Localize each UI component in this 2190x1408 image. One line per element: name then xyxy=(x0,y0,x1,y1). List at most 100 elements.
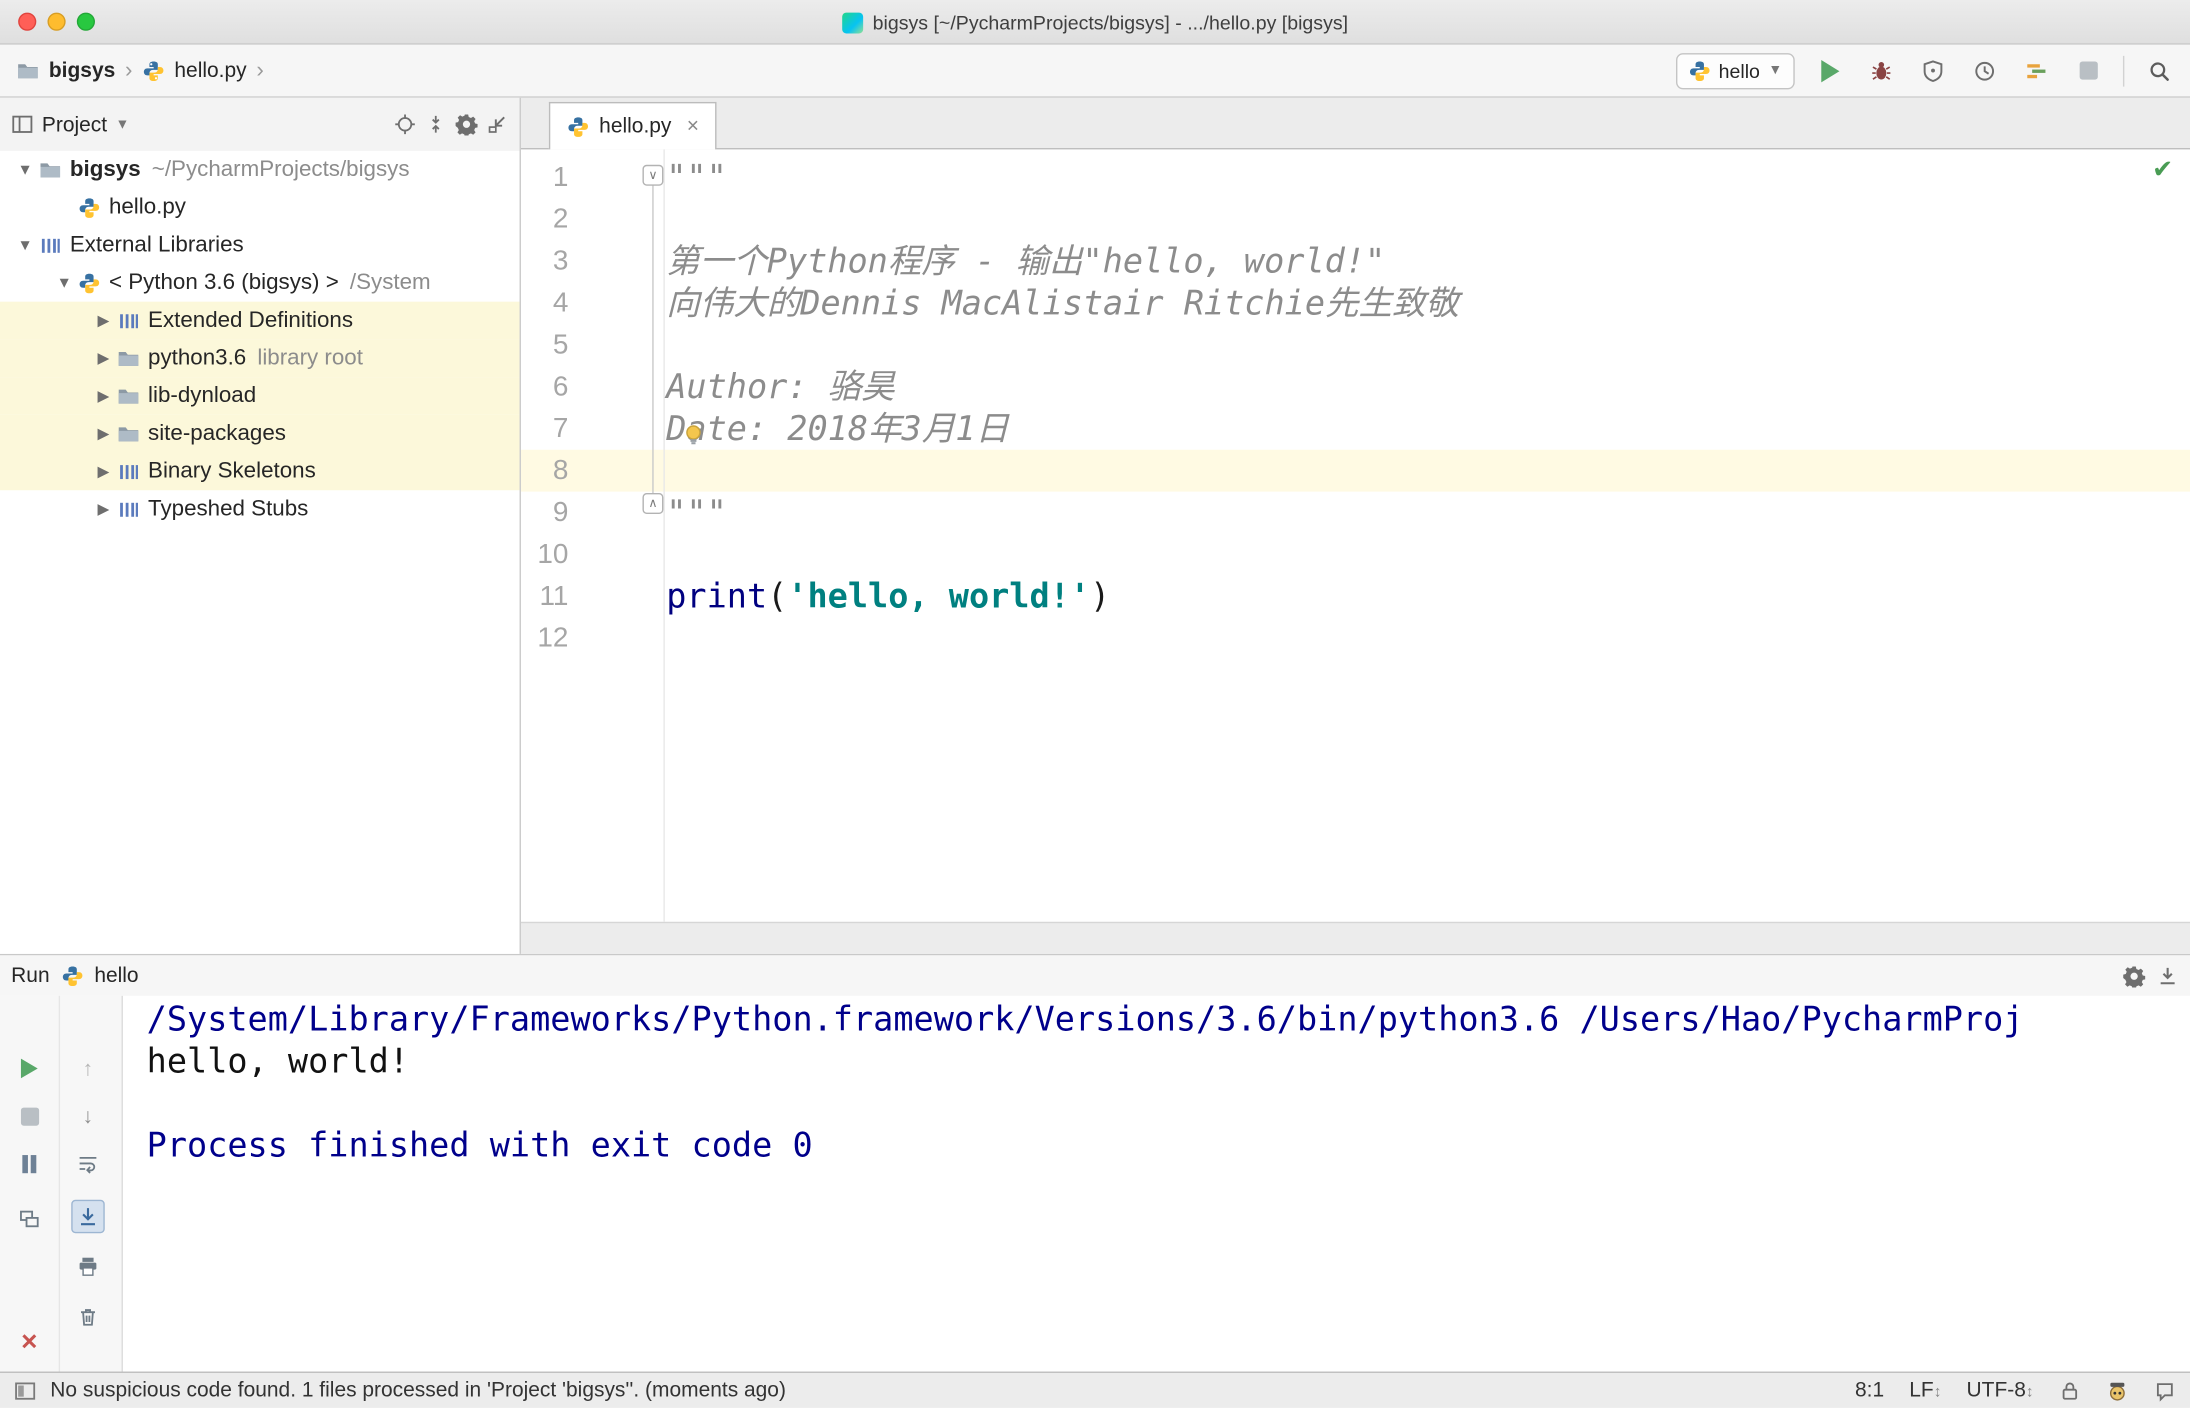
run-console[interactable]: /System/Library/Frameworks/Python.framew… xyxy=(124,996,2190,1372)
run-with-coverage-button[interactable] xyxy=(1916,54,1950,88)
line-number: 1 xyxy=(552,162,569,193)
up-stack-trace-button[interactable]: ↑ xyxy=(71,1052,105,1086)
collapse-all-icon[interactable] xyxy=(425,113,447,135)
folder-icon xyxy=(118,351,139,366)
line-number: 9 xyxy=(552,497,569,528)
tree-row-binary-skeletons[interactable]: ▶ Binary Skeletons xyxy=(0,452,520,491)
settings-gear-icon[interactable] xyxy=(2123,964,2146,987)
updown-icon: ↕ xyxy=(2025,1384,2034,1401)
code-line-3: 第一个Python程序 - 输出"hello, world!" xyxy=(666,241,1386,281)
project-panel-title[interactable]: Project xyxy=(42,112,107,136)
close-icon: × xyxy=(21,1326,38,1358)
debug-button[interactable] xyxy=(1865,54,1899,88)
paren: ) xyxy=(1090,576,1111,616)
scroll-to-end-button[interactable] xyxy=(71,1199,105,1234)
restore-layout-button[interactable] xyxy=(13,1203,47,1237)
library-icon xyxy=(120,313,138,328)
tree-row-lib-dynload[interactable]: ▶ lib-dynload xyxy=(0,377,520,415)
updown-icon: ↕ xyxy=(1933,1384,1942,1401)
inspection-ok-check-icon[interactable]: ✔ xyxy=(2152,155,2173,184)
bug-icon xyxy=(1872,61,1891,80)
chevron-down-icon[interactable]: ▼ xyxy=(50,274,78,291)
intention-bulb-icon[interactable] xyxy=(682,423,706,452)
chevron-right-icon[interactable]: ▶ xyxy=(89,425,117,443)
tree-item-label: External Libraries xyxy=(69,232,244,257)
run-left-toolbar: × » ↑ ↓ xyxy=(0,995,123,1398)
caret-position-widget[interactable]: 8:1 xyxy=(1855,1379,1884,1403)
close-panel-button[interactable]: × xyxy=(13,1325,47,1359)
hide-panel-icon[interactable] xyxy=(2156,964,2178,986)
run-tool-window: Run hello × » ↑ ↓ xyxy=(0,953,2190,1398)
stop-button[interactable] xyxy=(13,1099,47,1133)
clear-all-button[interactable] xyxy=(71,1300,105,1334)
tree-row-project-root[interactable]: ▼ bigsys ~/PycharmProjects/bigsys xyxy=(0,151,520,189)
chevron-right-icon[interactable]: ▶ xyxy=(89,500,117,518)
chevron-right-icon[interactable]: ▶ xyxy=(89,462,117,481)
fold-collapse-bottom-icon[interactable]: ∧ xyxy=(642,493,664,514)
soft-wrap-button[interactable] xyxy=(71,1147,105,1181)
rerun-button[interactable] xyxy=(13,1052,47,1086)
chevron-right-icon[interactable]: ▶ xyxy=(89,311,117,330)
down-stack-trace-button[interactable]: ↓ xyxy=(71,1099,105,1133)
coverage-shield-icon xyxy=(1923,59,1943,82)
readonly-lock-icon[interactable] xyxy=(2059,1379,2081,1401)
python-file-icon xyxy=(79,197,100,218)
editor-scrollbar-track[interactable] xyxy=(520,921,2190,954)
tree-row-extended-definitions[interactable]: ▶ Extended Definitions xyxy=(0,301,520,340)
hector-inspector-icon[interactable] xyxy=(2106,1379,2128,1401)
chevron-down-icon[interactable]: ▼ xyxy=(11,237,39,254)
tree-row-hello-py[interactable]: ▶ hello.py xyxy=(0,189,520,227)
stop-button[interactable] xyxy=(2071,54,2105,88)
code-line-1: """ xyxy=(666,157,727,197)
breadcrumb-project[interactable]: bigsys xyxy=(49,59,115,83)
line-separator-widget[interactable]: LF↕ xyxy=(1909,1379,1941,1403)
toolwindow-toggle-icon[interactable] xyxy=(14,1379,36,1401)
library-icon xyxy=(41,238,60,253)
pycharm-window: bigsys [~/PycharmProjects/bigsys] - .../… xyxy=(0,0,2190,1408)
tree-item-type: library root xyxy=(257,345,363,370)
breadcrumb-file[interactable]: hello.py xyxy=(174,59,246,83)
concurrency-diagram-button[interactable] xyxy=(2020,54,2054,88)
pause-output-button[interactable] xyxy=(13,1147,47,1181)
event-log-icon[interactable] xyxy=(2154,1379,2176,1401)
chevron-down-icon: ▼ xyxy=(1768,62,1783,79)
status-message: No suspicious code found. 1 files proces… xyxy=(50,1378,786,1403)
encoding-widget[interactable]: UTF-8↕ xyxy=(1967,1379,2034,1403)
tree-row-python-sdk[interactable]: ▼ < Python 3.6 (bigsys) > /System xyxy=(0,264,520,302)
run-panel-title[interactable]: Run xyxy=(11,964,49,988)
tree-row-external-libraries[interactable]: ▼ External Libraries xyxy=(0,226,520,264)
string-literal: 'hello, world!' xyxy=(787,576,1091,616)
print-button[interactable] xyxy=(71,1250,105,1284)
run-configuration-label: hello xyxy=(1718,59,1760,82)
python-icon xyxy=(62,965,82,986)
chevron-right-icon[interactable]: ▶ xyxy=(89,387,117,405)
run-tab-label[interactable]: hello xyxy=(94,964,138,988)
console-output-line: hello, world! xyxy=(146,1041,410,1082)
gutter-separator xyxy=(663,149,665,922)
pause-icon xyxy=(22,1154,37,1173)
chevron-down-icon[interactable]: ▼ xyxy=(115,117,129,132)
line-number: 8 xyxy=(552,455,569,487)
tree-row-typeshed-stubs[interactable]: ▶ Typeshed Stubs xyxy=(0,490,520,528)
close-tab-icon[interactable]: × xyxy=(687,115,699,139)
line-separator-value: LF xyxy=(1909,1378,1934,1403)
tree-item-label: Typeshed Stubs xyxy=(148,496,309,521)
run-button[interactable] xyxy=(1813,54,1847,88)
chevron-right-icon[interactable]: ▶ xyxy=(89,349,117,368)
fold-collapse-top-icon[interactable]: ∨ xyxy=(642,164,664,186)
breadcrumb: bigsys › hello.py › xyxy=(17,45,264,97)
run-configuration-combo[interactable]: hello ▼ xyxy=(1675,52,1795,89)
code-editor[interactable]: 1 2 3 4 5 6 7 8 9 10 11 12 ∨ ∧ """ 第一个Py… xyxy=(520,149,2190,922)
chevron-down-icon[interactable]: ▼ xyxy=(11,161,39,178)
hide-toolwindow-icon[interactable] xyxy=(486,113,508,135)
locate-file-icon[interactable] xyxy=(394,113,416,135)
tree-row-site-packages[interactable]: ▶ site-packages xyxy=(0,414,520,453)
window-title-area: bigsys [~/PycharmProjects/bigsys] - .../… xyxy=(0,0,2190,45)
profiler-button[interactable] xyxy=(1968,54,2002,88)
tab-hello-py[interactable]: hello.py × xyxy=(548,101,718,150)
tree-row-python36-root[interactable]: ▶ python3.6 library root xyxy=(0,339,520,378)
settings-gear-icon[interactable] xyxy=(455,113,478,136)
search-everywhere-button[interactable] xyxy=(2143,54,2177,88)
python-file-icon xyxy=(143,60,164,81)
python-icon xyxy=(1689,60,1709,81)
